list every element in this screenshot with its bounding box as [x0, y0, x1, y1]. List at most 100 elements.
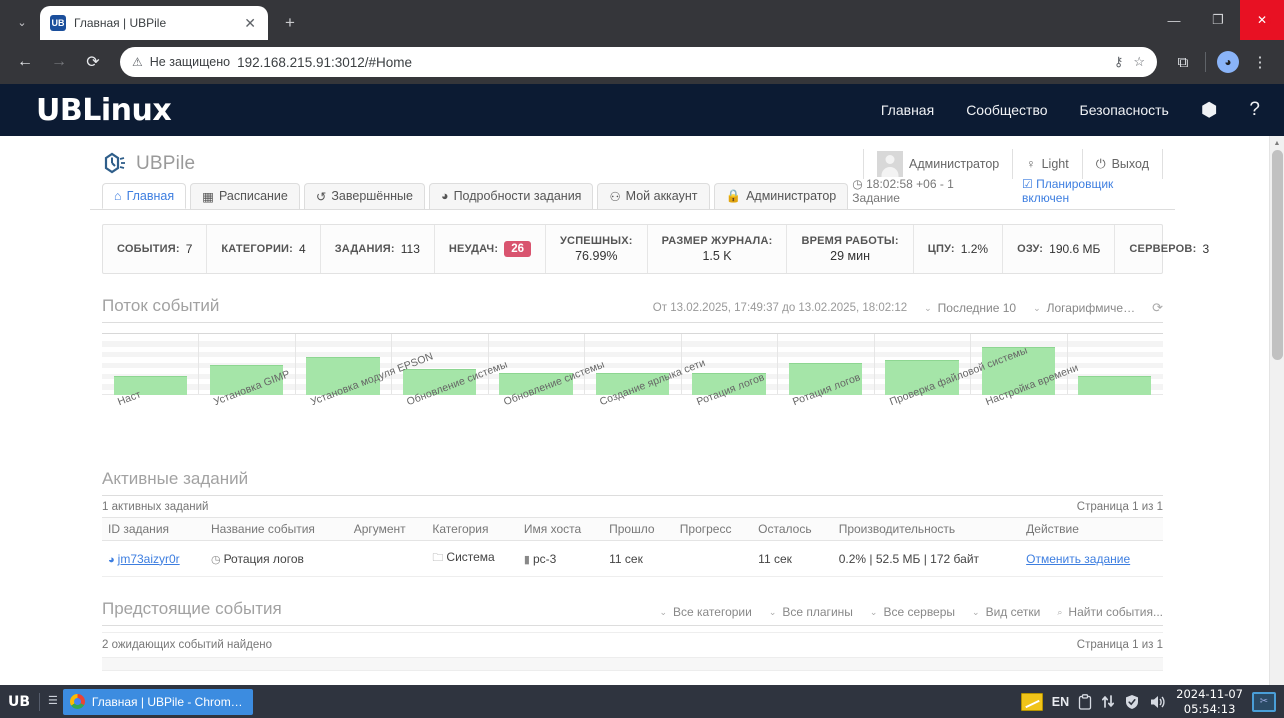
- filter-plugins[interactable]: ⌄ Все плагины: [769, 605, 853, 619]
- stat-uptime: ВРЕМЯ РАБОТЫ: 29 мин: [787, 225, 913, 273]
- nav-link-community[interactable]: Сообщество: [966, 102, 1047, 118]
- window-close-icon[interactable]: ✕: [1240, 0, 1284, 40]
- col-category[interactable]: Категория: [426, 518, 517, 541]
- col-remaining[interactable]: Осталось: [752, 518, 833, 541]
- clock-widget[interactable]: 2024-11-07 05:54:13: [1176, 687, 1243, 716]
- reload-icon[interactable]: ⟳: [78, 47, 108, 77]
- tab-my-account[interactable]: ⚇ Мой аккаунт: [597, 183, 709, 209]
- nav-link-home[interactable]: Главная: [881, 102, 934, 118]
- forward-icon[interactable]: →: [44, 47, 74, 77]
- filter-view-mode[interactable]: ⌄ Вид сетки: [972, 605, 1040, 619]
- col-progress[interactable]: Прогресс: [674, 518, 752, 541]
- job-id-link[interactable]: jm73aizyr0r: [118, 552, 180, 566]
- date-range-label: От 13.02.2025, 17:49:37 до 13.02.2025, 1…: [653, 302, 907, 314]
- filter-label: Все серверы: [883, 605, 955, 619]
- search-events[interactable]: ⌕ Найти события...: [1057, 605, 1163, 619]
- stat-label: СОБЫТИЯ:: [117, 243, 180, 255]
- tab-job-details[interactable]: ◕ Подробности задания: [429, 183, 593, 209]
- stat-value: 3: [1202, 242, 1209, 256]
- browser-tab[interactable]: UB Главная | UBPile ✕: [40, 6, 268, 40]
- stat-ram: ОЗУ: 190.6 МБ: [1003, 225, 1115, 273]
- browser-toolbar: ← → ⟳ ⚠ Не защищено 192.168.215.91:3012/…: [0, 40, 1284, 84]
- browser-menu-icon[interactable]: ⋮: [1246, 48, 1274, 76]
- tab-completed[interactable]: ↺ Завершённые: [304, 183, 425, 209]
- limit-dropdown[interactable]: ⌄ Последние 10: [924, 301, 1016, 315]
- profile-glyph: ◕: [1217, 51, 1239, 73]
- extensions-icon[interactable]: ⧉: [1169, 48, 1197, 76]
- theme-toggle[interactable]: ♀ Light: [1013, 149, 1082, 179]
- stat-log-size: РАЗМЕР ЖУРНАЛА: 1.5 K: [648, 225, 788, 273]
- stat-label: ЗАДАНИЯ:: [335, 243, 395, 255]
- nav-link-security[interactable]: Безопасность: [1080, 102, 1169, 118]
- cancel-job-link[interactable]: Отменить задание: [1026, 552, 1130, 566]
- ubpile-logo[interactable]: UBPile: [102, 151, 195, 177]
- scheduler-status[interactable]: ☑ Планировщик включен: [1022, 177, 1163, 205]
- tab-home[interactable]: ⌂ Главная: [102, 183, 186, 209]
- filter-categories[interactable]: ⌄ Все категории: [659, 605, 751, 619]
- cell-argument: [348, 541, 427, 577]
- col-elapsed[interactable]: Прошло: [603, 518, 674, 541]
- cube-icon[interactable]: ⬢: [1201, 99, 1218, 122]
- chart-x-labels: НастУстановка GIMPУстановка модуля EPSON…: [102, 395, 1163, 447]
- bookmark-star-icon[interactable]: ☆: [1133, 54, 1145, 70]
- chart-bar-cell[interactable]: [102, 333, 198, 395]
- ublinux-logo[interactable]: UBLinux: [36, 93, 171, 128]
- filter-servers[interactable]: ⌄ Все серверы: [870, 605, 955, 619]
- section-title: Активные заданий: [102, 469, 248, 489]
- chart-bar-cell[interactable]: [1067, 333, 1163, 395]
- new-tab-icon[interactable]: +: [276, 9, 304, 37]
- toolbar-divider: [1205, 52, 1206, 72]
- window-list-icon[interactable]: ☰: [45, 696, 61, 707]
- tab-search-icon[interactable]: ⌄: [8, 8, 36, 36]
- active-jobs-count: 1 активных заданий: [102, 501, 208, 513]
- address-bar[interactable]: ⚠ Не защищено 192.168.215.91:3012/#Home …: [120, 47, 1157, 77]
- tab-label: Подробности задания: [454, 189, 582, 203]
- stat-value: 4: [299, 242, 306, 256]
- col-performance[interactable]: Производительность: [833, 518, 1020, 541]
- col-action[interactable]: Действие: [1020, 518, 1163, 541]
- chevron-down-icon: ⌄: [769, 607, 777, 618]
- filter-label: Все плагины: [782, 605, 853, 619]
- network-icon[interactable]: [1101, 694, 1115, 709]
- taskbar-window-button[interactable]: Главная | UBPile - Chrom…: [63, 689, 253, 715]
- pie-icon: ◕: [441, 189, 449, 203]
- back-icon[interactable]: ←: [10, 47, 40, 77]
- cell-progress: [674, 541, 752, 577]
- minimize-icon[interactable]: —: [1152, 0, 1196, 40]
- window-title: Главная | UBPile - Chrom…: [92, 695, 243, 709]
- clipboard-icon[interactable]: [1078, 694, 1092, 710]
- shield-icon[interactable]: [1124, 694, 1140, 710]
- start-menu-icon[interactable]: UB: [4, 689, 34, 715]
- logout-button[interactable]: ⏻ Выход: [1083, 149, 1163, 179]
- scale-dropdown[interactable]: ⌄ Логарифмиче…: [1033, 301, 1135, 315]
- col-argument[interactable]: Аргумент: [348, 518, 427, 541]
- scheduler-label: Планировщик включен: [1022, 177, 1113, 205]
- profile-avatar[interactable]: ◕: [1214, 48, 1242, 76]
- page-scrollbar[interactable]: ▲: [1269, 136, 1284, 685]
- app-user-area: Администратор ♀ Light ⏻ Выход: [863, 149, 1163, 179]
- col-job-id[interactable]: ID задания: [102, 518, 205, 541]
- language-indicator[interactable]: EN: [1052, 695, 1069, 709]
- tab-administrator[interactable]: 🔒 Администратор: [714, 183, 849, 209]
- maximize-icon[interactable]: ❐: [1196, 0, 1240, 40]
- ublinux-nav: Главная Сообщество Безопасность ⬢ ?: [881, 99, 1260, 122]
- col-event-name[interactable]: Название события: [205, 518, 348, 541]
- password-key-icon[interactable]: ⚷: [1114, 54, 1124, 70]
- tab-schedule[interactable]: ▦ Расписание: [190, 183, 300, 209]
- chevron-down-icon: ⌄: [659, 607, 667, 618]
- category-name: Система: [446, 550, 494, 564]
- help-icon[interactable]: ?: [1249, 99, 1260, 121]
- user-account[interactable]: Администратор: [863, 149, 1013, 179]
- ubpile-mark-icon: [102, 151, 128, 177]
- scroll-up-icon[interactable]: ▲: [1270, 136, 1284, 150]
- chart-bar[interactable]: [1078, 376, 1151, 395]
- col-hostname[interactable]: Имя хоста: [518, 518, 603, 541]
- volume-icon[interactable]: [1149, 694, 1167, 710]
- notes-icon[interactable]: [1021, 693, 1043, 711]
- screenshot-icon[interactable]: ✂: [1252, 692, 1276, 712]
- scrollbar-thumb[interactable]: [1272, 150, 1283, 360]
- upcoming-meta: 2 ожидающих событий найдено Страница 1 и…: [102, 632, 1163, 651]
- refresh-icon[interactable]: ⟳: [1152, 300, 1163, 316]
- close-tab-icon[interactable]: ✕: [242, 14, 258, 32]
- chart-bar[interactable]: [114, 376, 187, 395]
